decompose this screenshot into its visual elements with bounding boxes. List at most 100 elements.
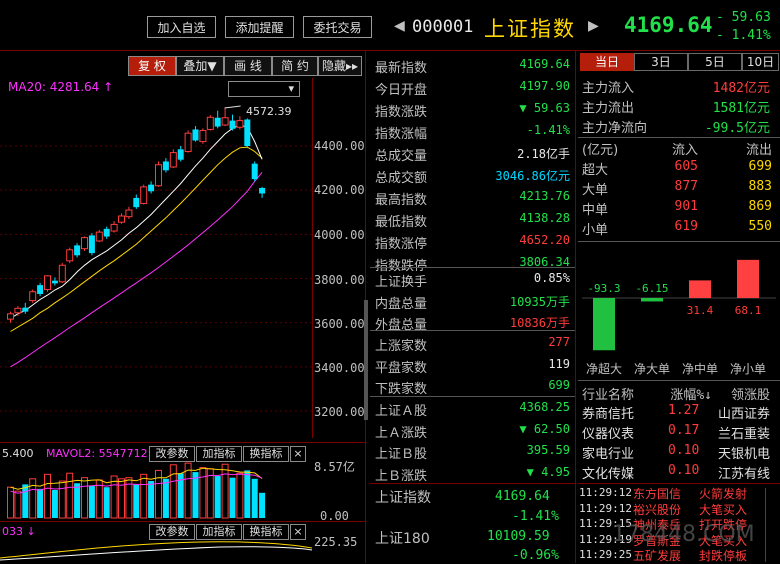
next-arrow-icon[interactable]: ▶ <box>588 18 599 34</box>
candle-up <box>221 117 229 126</box>
quote-label: 上证Ｂ股 <box>375 447 428 462</box>
candle-up <box>81 237 88 250</box>
sector-name: 文化传媒 <box>582 467 635 482</box>
sector-leader: 兰石重装 <box>717 427 770 442</box>
candle-up <box>155 164 162 187</box>
ticker-event: 封跌停板 <box>699 549 748 563</box>
quote-value: 4169.64 <box>519 57 570 71</box>
ticker-event: 火箭发射 <box>699 487 748 501</box>
tab-3day[interactable]: 3日 <box>634 53 688 71</box>
add-alert-button[interactable]: 添加提醒 <box>225 16 294 38</box>
candle-down <box>133 197 140 208</box>
sector-row[interactable]: 仪器仪表 0.17 兰石重装 <box>582 422 778 442</box>
ticker-event: 大笔买入 <box>699 502 748 517</box>
sector-header-leader: 领涨股 <box>730 388 770 403</box>
net-bar-value: -93.3 <box>587 282 620 295</box>
quote-label: 今日开盘 <box>375 83 428 98</box>
tab-today[interactable]: 当日 <box>580 53 634 71</box>
indicator-chart <box>0 541 312 561</box>
trade-button[interactable]: 委托交易 <box>303 16 372 38</box>
index-code: 000001 <box>412 17 474 37</box>
sz-summary-label: 上证指数 <box>375 490 431 506</box>
y-tick-3600: 3600.00 <box>314 317 365 331</box>
fund-flow-label: 主力流入 <box>582 81 635 96</box>
quote-value: 119 <box>548 356 570 371</box>
volume-bar-up <box>236 472 244 519</box>
quote-row: 下跌家数 699 <box>372 376 574 397</box>
ticker-row[interactable]: 11:29:12 裕兴股份 大笔买入 <box>577 501 779 517</box>
ticker-stock: 东方国信 <box>633 487 682 501</box>
quote-label: 最低指数 <box>375 215 428 230</box>
ticker-row[interactable]: 11:29:25 五矿发展 封跌停板 <box>577 547 779 563</box>
candle-down <box>214 117 221 127</box>
quote-row: 最高指数 4213.76 <box>372 187 574 208</box>
draw-button[interactable]: 画 线 <box>224 56 272 76</box>
peak-marker <box>224 105 241 109</box>
quote-row: 指数涨跌 ▼ 59.63 <box>372 99 574 120</box>
quote-row: 指数涨幅 -1.41% <box>372 121 574 142</box>
candle-up <box>184 132 192 153</box>
sector-pct: 0.17 <box>668 423 700 438</box>
y-tick-3800: 3800.00 <box>314 273 365 287</box>
quote-row: 上Ａ涨跌 ▼ 62.50 <box>372 420 574 441</box>
net-bar-category: 净大单 <box>634 362 670 376</box>
sector-row[interactable]: 文化传媒 0.10 江苏有线 <box>582 462 778 482</box>
volume-bar-up <box>221 463 229 519</box>
y-tick-3400: 3400.00 <box>314 361 365 375</box>
sector-name: 券商信托 <box>582 407 635 422</box>
candle-up <box>14 307 22 314</box>
volume-bar-down <box>229 477 236 518</box>
quote-value: 4197.90 <box>519 79 570 93</box>
flow-table-row: 小单 619 550 <box>582 218 778 238</box>
quote-value: 0.85% <box>533 271 570 285</box>
fund-flow-label: 主力净流向 <box>582 121 648 136</box>
flow-row-in: 605 <box>674 159 698 174</box>
ticker-row[interactable]: 11:29:12 东方国信 火箭发射 <box>577 485 779 501</box>
flow-row-label: 中单 <box>582 203 609 218</box>
overlay-button[interactable]: 叠加▼ <box>176 56 224 76</box>
s180-value: 10109.59 <box>487 529 550 544</box>
quote-value: 4652.20 <box>519 233 570 247</box>
sector-leader: 江苏有线 <box>717 467 770 482</box>
prev-arrow-icon[interactable]: ◀ <box>394 18 405 34</box>
fund-flow-value: 1482亿元 <box>712 81 770 96</box>
quote-value: 395.59 <box>526 443 570 457</box>
ticker-scrollbar[interactable] <box>765 488 776 562</box>
net-bar <box>641 298 663 302</box>
volume-bar-down <box>103 487 110 518</box>
quote-value: 699 <box>548 378 570 392</box>
quote-label: 指数涨幅 <box>375 127 428 142</box>
volume-bar-down <box>192 472 199 518</box>
quote-value: 4368.25 <box>519 400 570 414</box>
net-flow-bar-chart: -93.3 净超大 -6.15 净大单 31.4 净中单 68.1 净小单 <box>582 259 776 376</box>
quote-row: 上Ｂ涨跌 ▼ 4.95 <box>372 463 574 484</box>
hide-button[interactable]: 隐藏▸▸ <box>318 56 362 76</box>
candle-down <box>51 280 58 284</box>
ticker-stock: 裕兴股份 <box>633 502 682 517</box>
add-watchlist-button[interactable]: 加入自选 <box>147 16 216 38</box>
quote-label: 最新指数 <box>375 61 428 76</box>
mavol-label: MAVOL2: 5547712 <box>46 447 148 460</box>
candle-up <box>7 313 14 320</box>
volume-bar-up <box>140 473 148 519</box>
fq-button[interactable]: 复 权 <box>128 56 176 76</box>
panel-splitter[interactable] <box>364 300 368 420</box>
quote-label: 总成交量 <box>375 149 428 164</box>
candle-down <box>37 285 44 294</box>
tab-5day[interactable]: 5日 <box>688 53 742 71</box>
quote-value: 4138.28 <box>519 211 570 225</box>
sector-row[interactable]: 券商信托 1.27 山西证券 <box>582 402 778 422</box>
sector-row[interactable]: 家电行业 0.10 天银机电 <box>582 442 778 462</box>
candle-up <box>140 186 148 204</box>
candle-up <box>236 120 244 128</box>
sector-name: 仪器仪表 <box>582 427 635 442</box>
quote-value: 277 <box>548 335 570 349</box>
candlestick-chart[interactable] <box>0 78 312 434</box>
volume-bar-up <box>199 467 207 519</box>
tab-10day[interactable]: 10日 <box>742 53 779 71</box>
flow-table-row: 大单 877 883 <box>582 178 778 198</box>
peak-label: 4572.39 <box>246 105 292 118</box>
quote-value: -1.41% <box>526 123 570 137</box>
simple-button[interactable]: 简 约 <box>272 56 318 76</box>
index-change-pct: - 1.41% <box>716 28 771 43</box>
